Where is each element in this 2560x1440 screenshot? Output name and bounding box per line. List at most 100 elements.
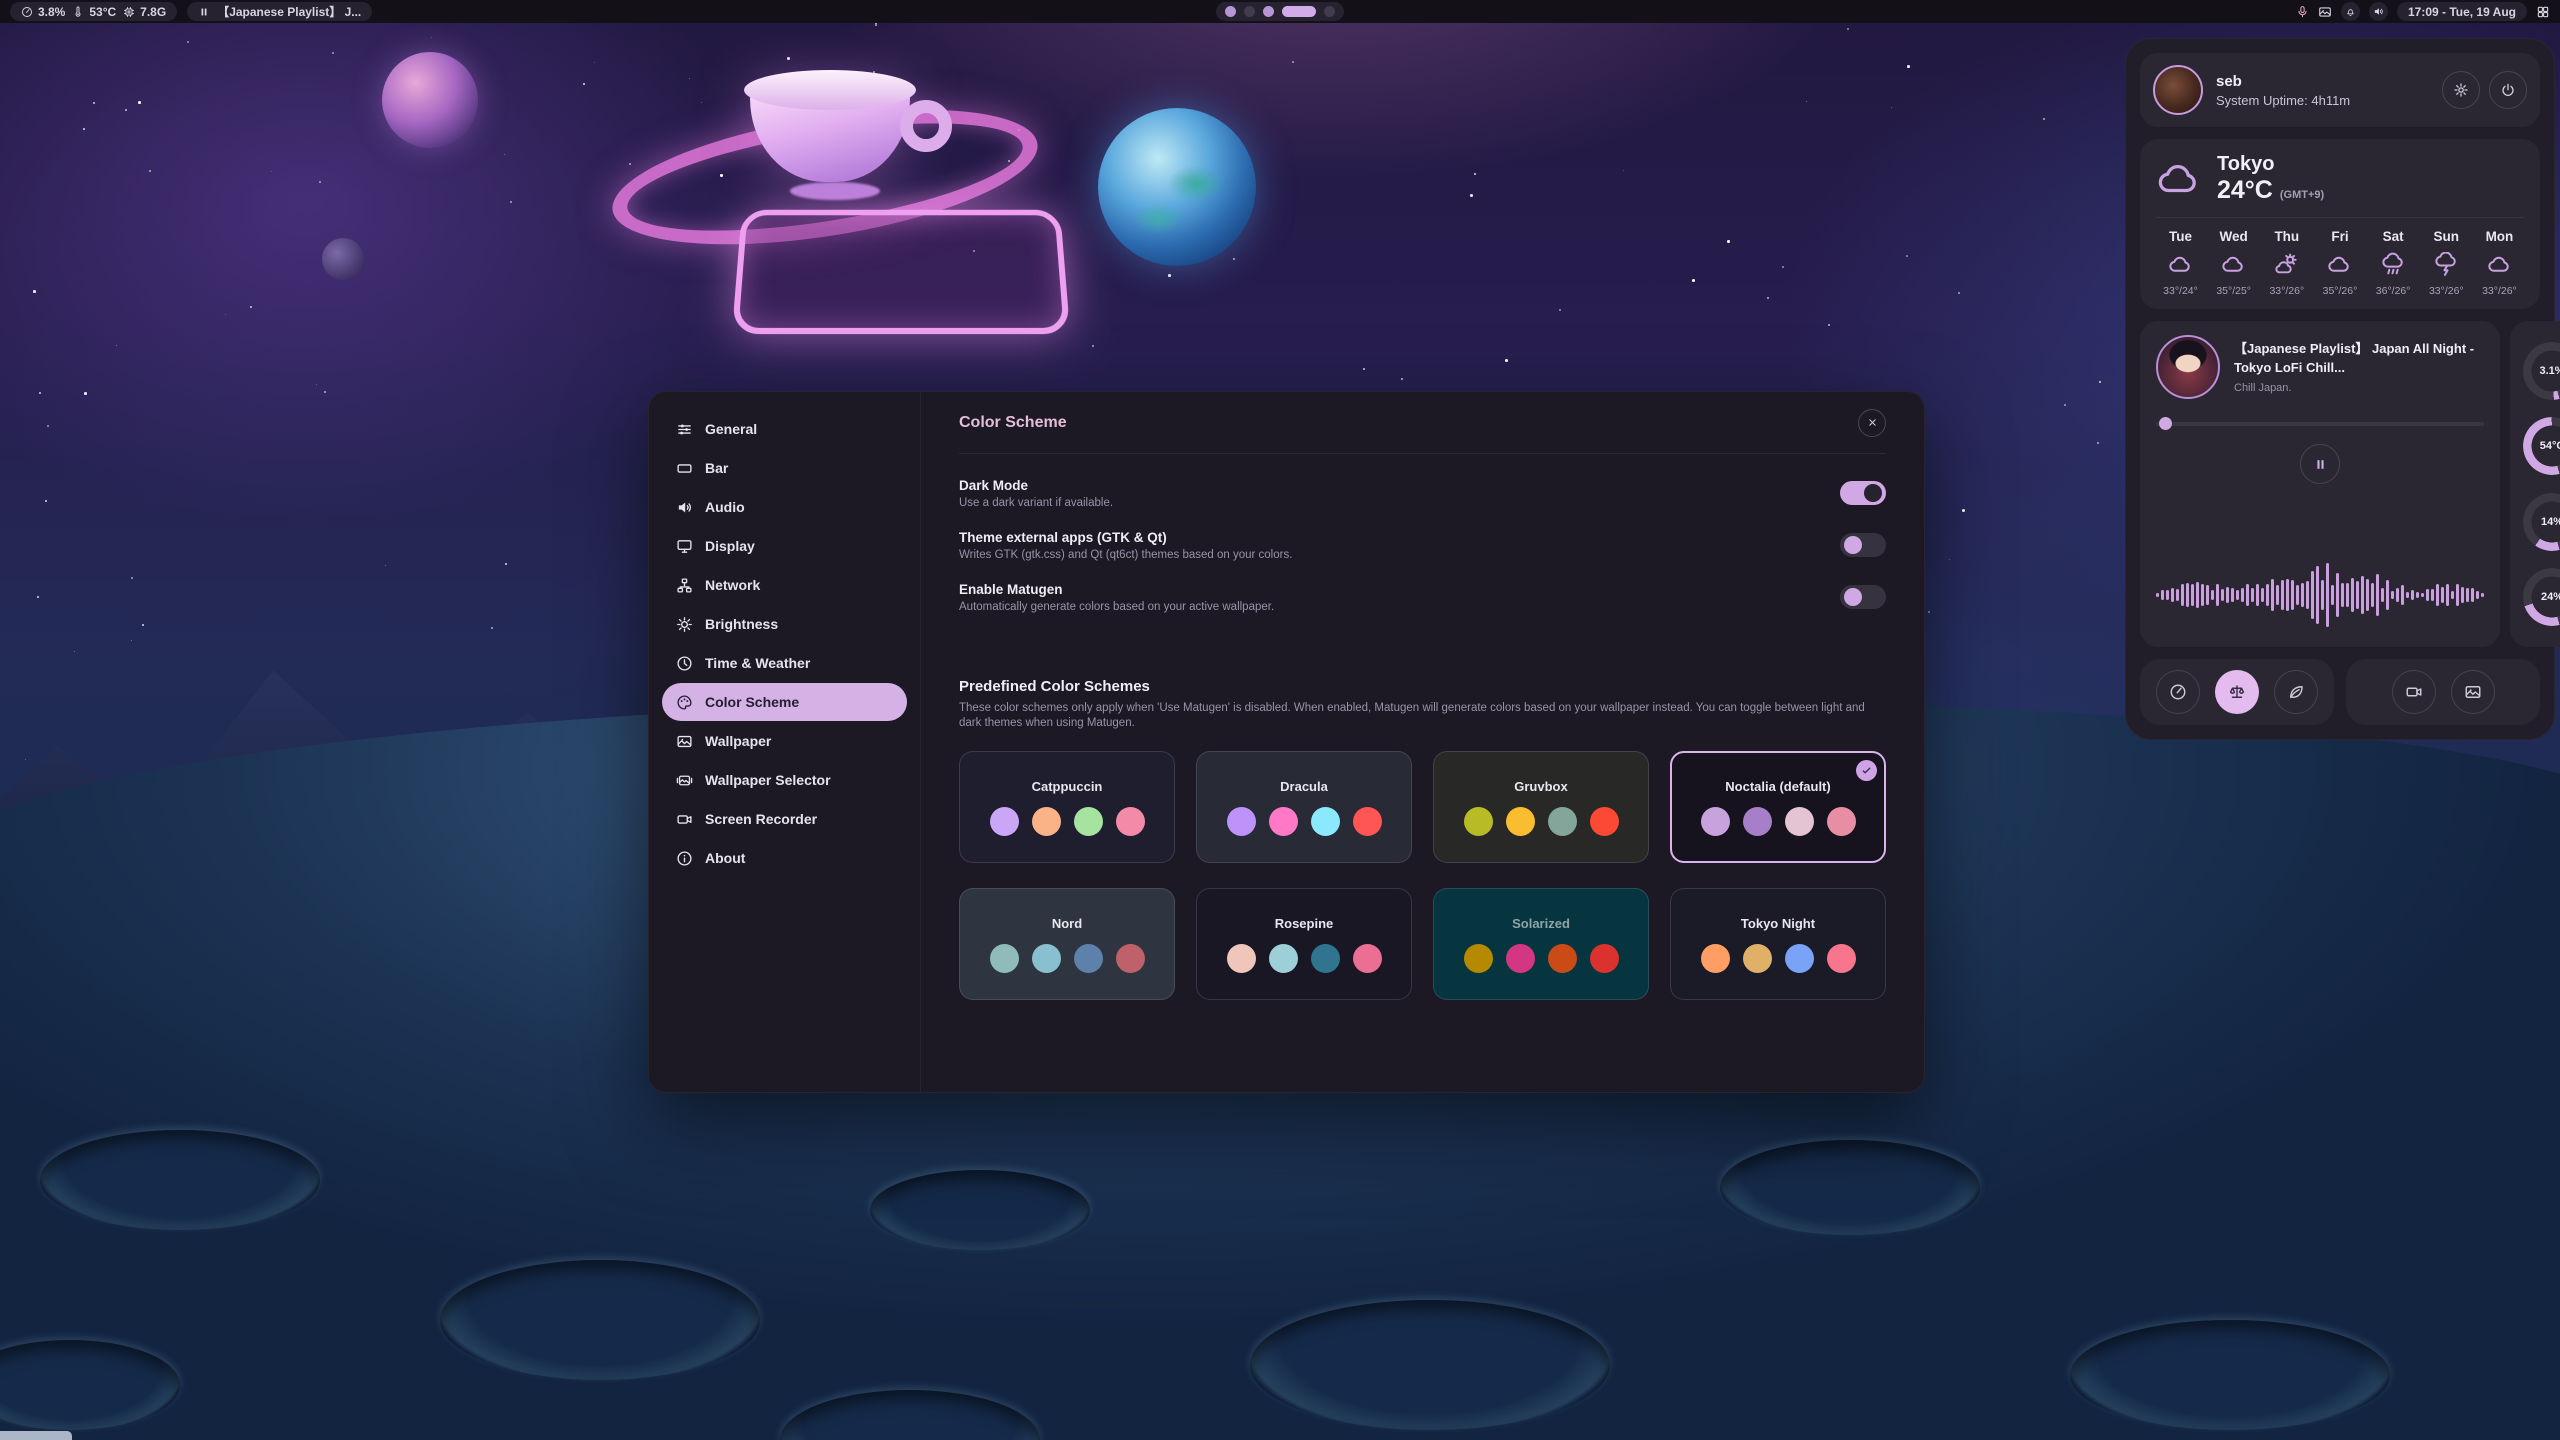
crater [870, 1170, 1090, 1250]
scheme-card-gruvbox[interactable]: Gruvbox [1433, 751, 1649, 863]
schemes-grid: Catppuccin Dracula [959, 751, 1886, 1000]
sidebar-item-network[interactable]: Network [662, 566, 907, 604]
clock-pill[interactable]: 17:09 - Tue, 19 Aug [2397, 2, 2527, 21]
power-button[interactable] [2489, 71, 2527, 109]
sidebar-item-wallpaper[interactable]: Wallpaper [662, 722, 907, 760]
color-swatch [1269, 807, 1298, 836]
volume-button[interactable] [2369, 2, 2388, 21]
setting-row-theme-external-apps: Theme external apps (GTK & Qt) Writes GT… [959, 528, 1886, 562]
sidebar-item-display[interactable]: Display [662, 527, 907, 565]
close-button[interactable] [1858, 409, 1886, 437]
chip-icon [123, 6, 135, 18]
scheme-swatches [990, 807, 1145, 836]
sidebar-item-color-scheme[interactable]: Color Scheme [662, 683, 907, 721]
forecast-temps: 33°/26° [2269, 285, 2304, 297]
cloud-icon [2156, 156, 2202, 202]
sidebar-item-label: Network [705, 577, 760, 593]
color-swatch [1548, 944, 1577, 973]
color-swatch [1269, 944, 1298, 973]
sidebar-item-label: About [705, 850, 745, 866]
powersave-profile-button[interactable] [2274, 670, 2318, 714]
workspace-dot[interactable] [1324, 6, 1335, 17]
progress-knob[interactable] [2159, 417, 2172, 430]
enable-matugen-toggle[interactable] [1840, 585, 1886, 609]
workspace-dot[interactable] [1244, 6, 1255, 17]
sidebar-item-bar[interactable]: Bar [662, 449, 907, 487]
power-icon [2500, 82, 2516, 98]
color-swatch [1116, 944, 1145, 973]
forecast-temps: 33°/26° [2429, 285, 2464, 297]
system-uptime: System Uptime: 4h11m [2216, 93, 2350, 108]
performance-profile-button[interactable] [2156, 670, 2200, 714]
system-stats-pill[interactable]: 3.8% 53°C 7.8G [10, 2, 177, 21]
teacup-rim [744, 70, 916, 110]
scheme-name: Noctalia (default) [1725, 779, 1830, 794]
theme-external-apps-toggle[interactable] [1840, 533, 1886, 557]
leaf-icon [2287, 683, 2305, 701]
sidebar-item-screen-recorder[interactable]: Screen Recorder [662, 800, 907, 838]
media-player-card: 【Japanese Playlist】 Japan All Night - To… [2140, 321, 2500, 647]
scale-icon [2228, 683, 2246, 701]
color-swatch [1827, 807, 1856, 836]
workspace-dot[interactable] [1282, 6, 1316, 17]
forecast-day: Sat 36°/26° [2369, 229, 2418, 297]
sidebar-item-brightness[interactable]: Brightness [662, 605, 907, 643]
sidebar-item-about[interactable]: About [662, 839, 907, 877]
gauge-value: 3.1% [2523, 342, 2560, 400]
balanced-profile-button[interactable] [2215, 670, 2259, 714]
sidebar-item-general[interactable]: General [662, 410, 907, 448]
wallpaper-button[interactable] [2451, 670, 2495, 714]
media-info: 【Japanese Playlist】 Japan All Night - To… [2234, 340, 2484, 393]
cloud-icon [2327, 252, 2352, 277]
quick-actions [2140, 659, 2540, 725]
screen-record-button[interactable] [2392, 670, 2436, 714]
microphone-icon[interactable] [2296, 5, 2309, 18]
speaker-icon [676, 499, 693, 516]
color-swatch [1311, 944, 1340, 973]
weather-city: Tokyo [2217, 153, 2324, 176]
sun-cloud-icon [2274, 252, 2299, 277]
scheme-card-tokyo-night[interactable]: Tokyo Night [1670, 888, 1886, 1000]
sidebar-item-audio[interactable]: Audio [662, 488, 907, 526]
sidebar-item-label: Brightness [705, 616, 778, 632]
forecast-day-label: Thu [2274, 229, 2299, 244]
selected-check-badge [1856, 760, 1877, 781]
notifications-button[interactable] [2341, 2, 2360, 21]
scheme-swatches [1227, 807, 1382, 836]
color-swatch [1032, 807, 1061, 836]
wallpaper-icon[interactable] [2318, 5, 2332, 19]
scheme-card-rosepine[interactable]: Rosepine [1196, 888, 1412, 1000]
crater [780, 1390, 1040, 1440]
close-icon [1866, 416, 1879, 429]
crater [440, 1260, 760, 1380]
dark-mode-toggle[interactable] [1840, 481, 1886, 505]
scheme-card-noctalia-default[interactable]: Noctalia (default) [1670, 751, 1886, 863]
setting-row-enable-matugen: Enable Matugen Automatically generate co… [959, 580, 1886, 614]
avatar [2153, 65, 2203, 115]
temperature-value: 53°C [89, 5, 116, 19]
scheme-card-nord[interactable]: Nord [959, 888, 1175, 1000]
memory-value: 7.8G [140, 5, 166, 19]
sidebar-item-wallpaper-selector[interactable]: Wallpaper Selector [662, 761, 907, 799]
weather-timezone: (GMT+9) [2280, 189, 2324, 201]
sidebar-item-label: Color Scheme [705, 694, 799, 710]
gauge-value: 24% [2523, 568, 2560, 626]
media-progress-bar[interactable] [2156, 417, 2484, 430]
forecast-temps: 33°/26° [2482, 285, 2517, 297]
sliders-icon [676, 421, 693, 438]
workspace-dot[interactable] [1225, 6, 1236, 17]
scheme-card-dracula[interactable]: Dracula [1196, 751, 1412, 863]
scheme-swatches [1701, 944, 1856, 973]
power-profile-group [2140, 659, 2334, 725]
toggle-knob [1844, 536, 1862, 554]
sidebar-item-time-weather[interactable]: Time & Weather [662, 644, 907, 682]
workspace-dot[interactable] [1263, 6, 1274, 17]
scheme-card-solarized[interactable]: Solarized [1433, 888, 1649, 1000]
tools-group [2346, 659, 2540, 725]
app-grid-icon[interactable] [2536, 5, 2550, 19]
scheme-card-catppuccin[interactable]: Catppuccin [959, 751, 1175, 863]
settings-button[interactable] [2442, 71, 2480, 109]
media-pill[interactable]: 【Japanese Playlist】 J... [187, 2, 372, 21]
crater [0, 1340, 180, 1430]
pause-button[interactable] [2300, 444, 2340, 484]
